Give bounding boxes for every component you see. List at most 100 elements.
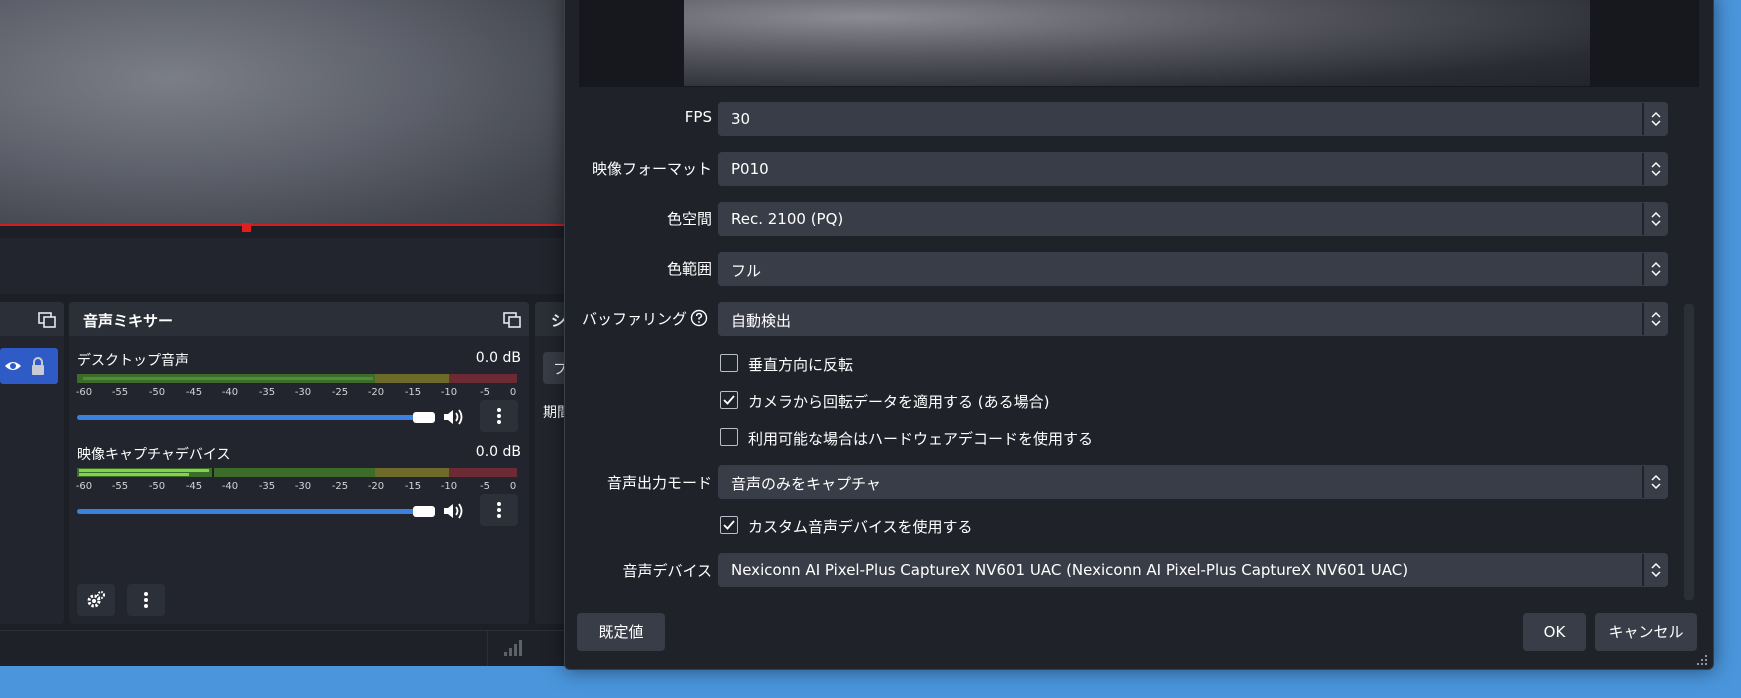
fps-select[interactable]: 30	[718, 102, 1668, 136]
ok-button[interactable]: OK	[1523, 613, 1586, 651]
meter-scale: -60 -55 -50 -45 -40 -35 -30 -25 -20 -15 …	[76, 387, 517, 401]
channel-menu-button[interactable]	[480, 400, 518, 432]
volume-meter	[77, 374, 517, 383]
meter-tick: -25	[331, 481, 349, 492]
meter-tick: -45	[185, 387, 203, 398]
color-space-select[interactable]: Rec. 2100 (PQ)	[718, 202, 1668, 236]
color-space-value: Rec. 2100 (PQ)	[731, 210, 844, 228]
audio-device-label: 音声デバイス	[622, 562, 712, 580]
audio-output-mode-value: 音声のみをキャプチャ	[731, 475, 881, 493]
resize-grip-icon[interactable]	[1696, 654, 1708, 666]
updown-arrows-icon	[1651, 111, 1661, 127]
buffering-label: バッファリング	[581, 310, 687, 328]
meter-tick: -30	[294, 387, 312, 398]
mixer-menu-button[interactable]	[127, 584, 165, 616]
sources-dock-title	[0, 302, 64, 336]
audio-output-mode-label: 音声出力モード	[606, 474, 712, 492]
meter-tick: -15	[404, 481, 422, 492]
custom-audio-device-label: カスタム音声デバイスを使用する	[748, 518, 973, 536]
meter-tick: -30	[294, 481, 312, 492]
preview-toolbar	[0, 238, 565, 294]
updown-arrows-icon	[1651, 161, 1661, 177]
obs-main-window: 音声ミキサー デスクトップ音声 0.0 dB -60 -55 -50 -45 -…	[0, 0, 580, 666]
meter-tick: -25	[331, 387, 349, 398]
updown-arrows-icon	[1651, 311, 1661, 327]
mixer-settings-button[interactable]	[77, 584, 115, 616]
sources-dock	[0, 302, 64, 624]
network-signal-icon	[504, 640, 522, 656]
updown-arrows-icon	[1651, 211, 1661, 227]
eye-icon[interactable]	[4, 358, 22, 374]
meter-tick: -55	[111, 387, 129, 398]
volume-slider[interactable]	[77, 509, 429, 514]
updown-arrows-icon	[1651, 261, 1661, 277]
preview-resize-handle[interactable]	[242, 223, 251, 232]
audio-mixer-dock: 音声ミキサー デスクトップ音声 0.0 dB -60 -55 -50 -45 -…	[69, 302, 529, 624]
meter-tick: -50	[148, 387, 166, 398]
undock-icon[interactable]	[38, 312, 56, 328]
buffering-value: 自動検出	[731, 312, 792, 330]
hardware-decode-label: 利用可能な場合はハードウェアデコードを使用する	[748, 430, 1094, 448]
meter-tick: -15	[404, 387, 422, 398]
volume-slider[interactable]	[77, 415, 429, 420]
meter-tick: -40	[221, 481, 239, 492]
meter-scale: -60 -55 -50 -45 -40 -35 -30 -25 -20 -15 …	[75, 481, 517, 495]
updown-arrows-icon	[1651, 474, 1661, 490]
meter-tick: -10	[440, 387, 458, 398]
checkbox-box[interactable]	[720, 354, 738, 372]
meter-tick: -35	[258, 481, 276, 492]
audio-mixer-title: 音声ミキサー	[83, 312, 174, 330]
checkbox-box[interactable]	[720, 516, 738, 534]
channel-menu-button[interactable]	[480, 494, 518, 526]
volume-slider-thumb[interactable]	[413, 412, 435, 423]
checkmark-icon	[723, 395, 735, 405]
video-format-select[interactable]: P010	[718, 152, 1668, 186]
defaults-button[interactable]: 既定値	[577, 613, 665, 651]
meter-tick: 0	[509, 481, 517, 492]
preview-selection-border	[0, 224, 565, 226]
meter-tick: 0	[509, 387, 517, 398]
mixer-channel-level: 0.0 dB	[475, 444, 521, 460]
color-space-label: 色空間	[666, 210, 712, 228]
meter-tick: -5	[480, 481, 490, 492]
meter-tick: -60	[75, 481, 93, 492]
flip-vertical-label: 垂直方向に反転	[748, 356, 854, 374]
properties-scrollbar[interactable]	[1684, 304, 1694, 600]
cancel-button[interactable]: キャンセル	[1595, 613, 1697, 651]
status-bar	[0, 630, 580, 666]
undock-icon[interactable]	[503, 312, 521, 328]
video-format-label: 映像フォーマット	[591, 160, 712, 178]
audio-device-value: Nexiconn AI Pixel-Plus CaptureX NV601 UA…	[731, 561, 1409, 579]
lock-icon[interactable]	[30, 356, 46, 376]
meter-tick: -20	[367, 387, 385, 398]
updown-arrows-icon	[1651, 562, 1661, 578]
meter-tick: -55	[111, 481, 129, 492]
mixer-channel-level: 0.0 dB	[475, 350, 521, 366]
volume-meter	[77, 468, 517, 477]
speaker-icon[interactable]	[442, 408, 464, 426]
volume-slider-thumb[interactable]	[413, 506, 435, 517]
properties-preview	[684, 0, 1590, 86]
video-format-value: P010	[731, 160, 769, 178]
meter-tick: -10	[440, 481, 458, 492]
audio-mixer-title-bar: 音声ミキサー	[69, 302, 529, 336]
mixer-channel-name: 映像キャプチャデバイス	[77, 447, 231, 463]
color-range-select[interactable]: フル	[718, 252, 1668, 286]
meter-tick: -45	[185, 481, 203, 492]
speaker-icon[interactable]	[442, 502, 464, 520]
apply-rotation-label: カメラから回転データを適用する (ある場合)	[748, 393, 1050, 411]
buffering-select[interactable]: 自動検出	[718, 302, 1668, 336]
audio-device-select[interactable]: Nexiconn AI Pixel-Plus CaptureX NV601 UA…	[718, 553, 1668, 587]
meter-tick: -5	[480, 387, 490, 398]
mixer-channel-name: デスクトップ音声	[77, 353, 189, 369]
checkmark-icon	[723, 520, 735, 530]
checkbox-box[interactable]	[720, 428, 738, 446]
meter-tick: -50	[148, 481, 166, 492]
color-range-value: フル	[731, 262, 762, 280]
help-icon[interactable]	[690, 309, 708, 327]
audio-output-mode-select[interactable]: 音声のみをキャプチャ	[718, 465, 1668, 499]
checkbox-box[interactable]	[720, 391, 738, 409]
source-list-item[interactable]	[0, 348, 58, 384]
scene-preview[interactable]	[0, 0, 565, 226]
meter-tick: -35	[258, 387, 276, 398]
